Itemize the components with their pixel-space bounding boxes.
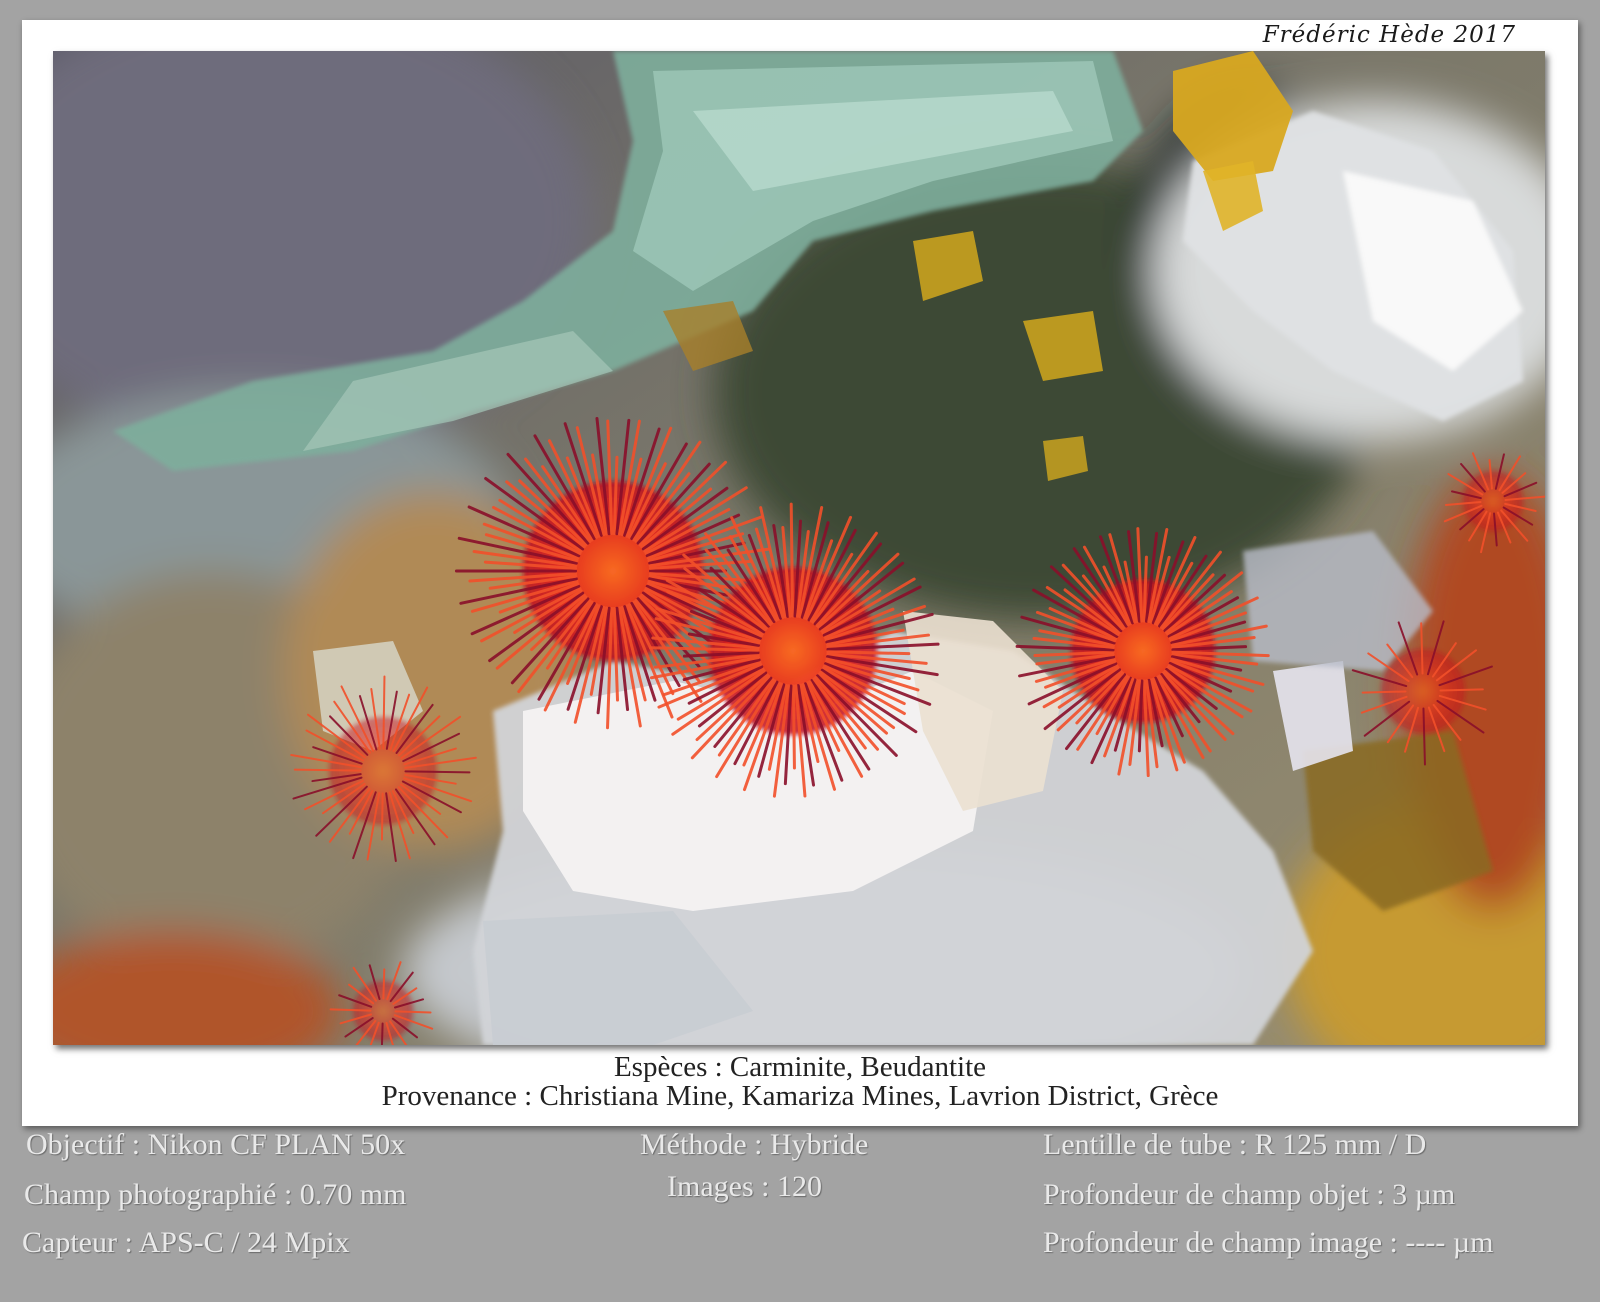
spec-tube-lens: Lentille de tube : R 125 mm / D: [1043, 1128, 1427, 1161]
photographer-signature: Frédéric Hède 2017: [1262, 22, 1516, 48]
spec-images: Images : 120: [667, 1170, 822, 1203]
spec-depth-object: Profondeur de champ objet : 3 µm: [1043, 1178, 1456, 1211]
origin-caption: Provenance : Christiana Mine, Kamariza M…: [381, 1080, 1219, 1112]
mineral-photo-illustration: [53, 51, 1545, 1045]
mineral-photo: [53, 51, 1545, 1045]
spec-objective: Objectif : Nikon CF PLAN 50x: [26, 1128, 406, 1161]
spec-method: Méthode : Hybride: [640, 1128, 869, 1161]
photo-frame: Frédéric Hède 2017 Espèces: Carminite, …: [22, 20, 1578, 1126]
spec-sensor: Capteur : APS-C / 24 Mpix: [22, 1226, 350, 1259]
spec-depth-image: Profondeur de champ image : ---- µm: [1043, 1226, 1494, 1259]
spec-field: Champ photographié : 0.70 mm: [24, 1178, 407, 1211]
